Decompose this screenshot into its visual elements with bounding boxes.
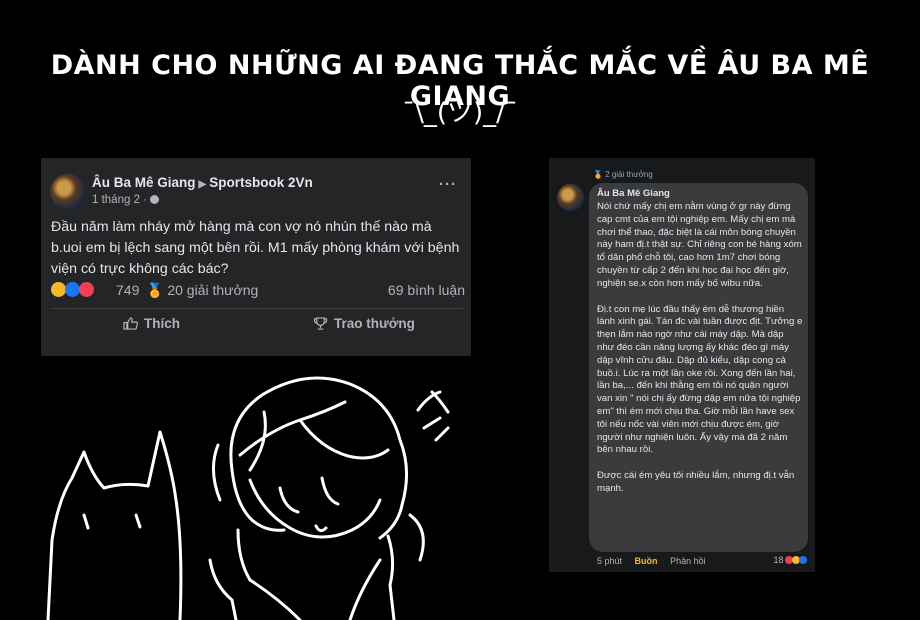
girl-mouth — [314, 524, 328, 533]
girl-hair — [230, 400, 390, 532]
doodle-illustration — [46, 376, 450, 620]
girl-collar — [248, 558, 382, 620]
girl-eye — [278, 476, 340, 514]
girl-bangs — [208, 443, 425, 620]
cat-eye — [82, 513, 142, 530]
angry-mark — [416, 390, 450, 442]
cat-outline — [46, 430, 183, 620]
